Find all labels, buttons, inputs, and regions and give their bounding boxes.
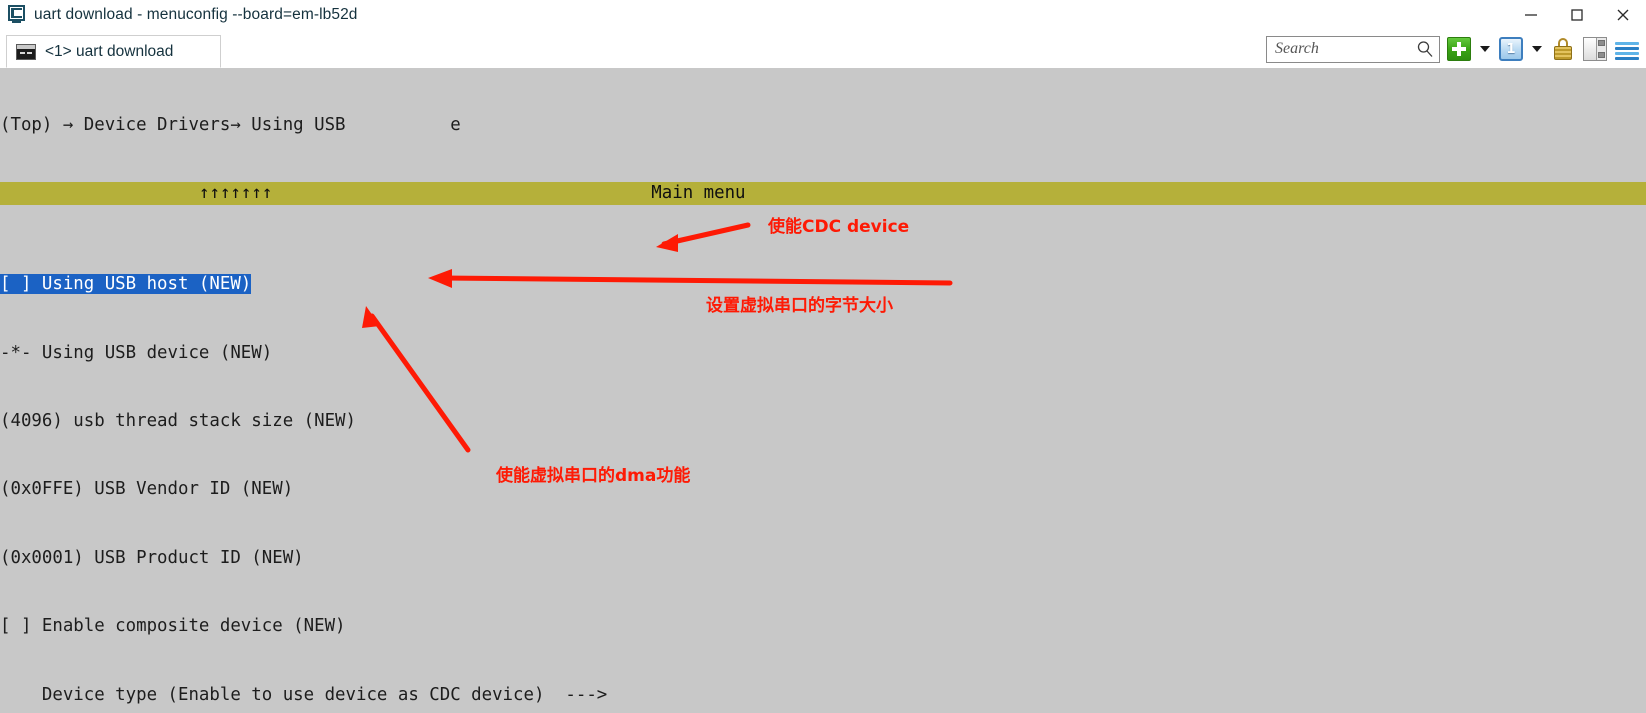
menu-item-using-usb-device[interactable]: -*- Using USB device (NEW) xyxy=(0,342,1646,365)
terminal-screen[interactable]: (Top) → Device Drivers→ Using USB e ↑↑↑↑… xyxy=(0,68,1646,713)
numbered-session-icon: 1 xyxy=(1499,37,1523,61)
window-title: uart download - menuconfig --board=em-lb… xyxy=(34,6,358,23)
split-panel-icon xyxy=(1583,37,1607,61)
toolbar: 1 xyxy=(1266,34,1640,64)
menu-item-device-type[interactable]: Device type (Enable to use device as CDC… xyxy=(0,684,1646,707)
session-chevron-down-icon[interactable] xyxy=(1530,38,1544,60)
anno-dma-feature: 使能虚拟串口的dma功能 xyxy=(496,466,691,486)
window-controls xyxy=(1508,0,1646,30)
title-bar: uart download - menuconfig --board=em-lb… xyxy=(0,0,1646,30)
new-session-button[interactable] xyxy=(1446,36,1472,62)
split-panel-button[interactable] xyxy=(1582,36,1608,62)
search-box[interactable] xyxy=(1266,35,1440,63)
menu-item-usb-thread-stack-size[interactable]: (4096) usb thread stack size (NEW) xyxy=(0,410,1646,433)
menu-item-label: [ ] Using USB host (NEW) xyxy=(0,274,252,295)
menu-item-usb-vendor-id[interactable]: (0x0FFE) USB Vendor ID (NEW) xyxy=(0,478,1646,501)
main-menu-button[interactable] xyxy=(1614,36,1640,62)
green-plus-icon xyxy=(1447,37,1471,61)
hamburger-menu-icon xyxy=(1614,38,1640,60)
lock-icon xyxy=(1552,37,1574,61)
search-input[interactable] xyxy=(1275,40,1416,58)
terminal-app-icon xyxy=(7,5,27,25)
console-icon xyxy=(16,43,36,60)
menu-header-bar: ↑↑↑↑↑↑↑ Main menu xyxy=(0,181,1646,205)
menu-item-usb-product-id[interactable]: (0x0001) USB Product ID (NEW) xyxy=(0,547,1646,570)
new-session-chevron-down-icon[interactable] xyxy=(1478,38,1492,60)
anno-byte-size: 设置虚拟串口的字节大小 xyxy=(706,296,893,316)
tab-label: <1> uart download xyxy=(45,42,174,60)
maximize-button[interactable] xyxy=(1554,0,1600,30)
application-window: uart download - menuconfig --board=em-lb… xyxy=(0,0,1646,713)
anno-cdc-device: 使能CDC device xyxy=(768,217,910,237)
tab-uart-download[interactable]: <1> uart download xyxy=(6,35,221,68)
lock-button[interactable] xyxy=(1550,36,1576,62)
session-selector-button[interactable]: 1 xyxy=(1498,36,1524,62)
close-button[interactable] xyxy=(1600,0,1646,30)
menu-title: Main menu xyxy=(651,182,746,203)
menu-item-enable-composite-device[interactable]: [ ] Enable composite device (NEW) xyxy=(0,615,1646,638)
minimize-button[interactable] xyxy=(1508,0,1554,30)
magnifier-icon[interactable] xyxy=(1416,40,1434,58)
scroll-up-arrows: ↑↑↑↑↑↑↑ xyxy=(199,182,273,203)
breadcrumb: (Top) → Device Drivers→ Using USB e xyxy=(0,114,461,135)
